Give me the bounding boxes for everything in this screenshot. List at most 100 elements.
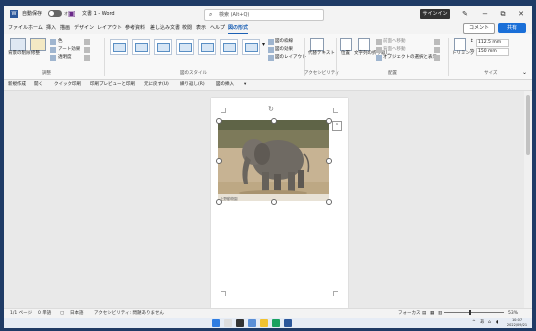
corrections-icon[interactable] bbox=[30, 38, 46, 51]
edge-icon[interactable] bbox=[272, 319, 280, 327]
style-gallery-item[interactable] bbox=[198, 39, 216, 55]
artistic-effects-icon[interactable] bbox=[50, 47, 56, 53]
resize-handle[interactable] bbox=[271, 199, 277, 205]
style-gallery-item[interactable] bbox=[154, 39, 172, 55]
selection-pane-icon[interactable] bbox=[376, 55, 382, 61]
qa-new[interactable]: 新規作成 bbox=[8, 81, 26, 89]
file-explorer-icon[interactable] bbox=[260, 319, 268, 327]
reset-picture-icon[interactable] bbox=[84, 55, 90, 61]
group-icon[interactable] bbox=[434, 47, 440, 53]
comment-button[interactable]: コメント bbox=[463, 23, 495, 34]
alt-text-icon[interactable] bbox=[310, 38, 324, 51]
style-gallery-item[interactable] bbox=[110, 39, 128, 55]
gallery-more-icon[interactable]: ▾ bbox=[262, 42, 265, 48]
wrap-text-icon[interactable] bbox=[358, 38, 370, 51]
restore-icon[interactable]: ⧉ bbox=[496, 8, 510, 20]
qa-quick-print[interactable]: クイック印刷 bbox=[54, 81, 81, 89]
clock[interactable]: 10:07 2022/09/21 bbox=[504, 318, 530, 328]
language-label[interactable]: 日本語 bbox=[70, 310, 84, 318]
volume-icon[interactable]: ◖ bbox=[496, 319, 498, 327]
tab-references[interactable]: 参考資料 bbox=[125, 24, 145, 33]
rotate-icon[interactable] bbox=[434, 55, 440, 61]
change-picture-icon[interactable] bbox=[84, 47, 90, 53]
resize-handle[interactable] bbox=[216, 199, 222, 205]
search-input[interactable]: ⌕ 検索 (Alt+Q) bbox=[204, 9, 324, 21]
layout-options-icon[interactable]: ⌃ bbox=[332, 121, 342, 131]
minimize-icon[interactable]: − bbox=[478, 8, 492, 20]
collapse-ribbon-icon[interactable]: ⌄ bbox=[522, 70, 527, 76]
elephant-photo[interactable] bbox=[218, 120, 329, 201]
tray-caret-icon[interactable]: ^ bbox=[472, 319, 476, 327]
sign-in-button[interactable]: サインイン bbox=[420, 9, 450, 19]
zoom-slider-thumb[interactable] bbox=[469, 310, 471, 315]
zoom-slider[interactable] bbox=[444, 312, 504, 313]
qa-undo[interactable]: 元に戻す(U) bbox=[144, 81, 169, 89]
close-icon[interactable]: ✕ bbox=[514, 8, 528, 20]
qa-open[interactable]: 開く bbox=[34, 81, 43, 89]
transparency-icon[interactable] bbox=[50, 55, 56, 61]
style-gallery-item[interactable] bbox=[132, 39, 150, 55]
focus-mode[interactable]: フォーカス bbox=[398, 310, 421, 318]
bring-forward-icon[interactable] bbox=[376, 39, 382, 45]
resize-handle[interactable] bbox=[326, 199, 332, 205]
tab-draw[interactable]: 描画 bbox=[60, 24, 70, 33]
picture-effects-icon[interactable] bbox=[268, 47, 274, 53]
position-icon[interactable] bbox=[340, 38, 352, 51]
save-icon[interactable]: ▣ bbox=[68, 9, 77, 18]
tab-insert[interactable]: 挿入 bbox=[46, 24, 56, 33]
style-gallery-item[interactable] bbox=[242, 39, 260, 55]
resize-handle[interactable] bbox=[326, 158, 332, 164]
tab-layout[interactable]: レイアウト bbox=[97, 24, 122, 33]
tab-picture-format[interactable]: 図の形式 bbox=[228, 24, 249, 34]
resize-handle[interactable] bbox=[216, 118, 222, 124]
tab-help[interactable]: ヘルプ bbox=[210, 24, 225, 33]
style-gallery-item[interactable] bbox=[176, 39, 194, 55]
remove-background-icon[interactable] bbox=[10, 38, 26, 51]
resize-handle[interactable] bbox=[326, 118, 332, 124]
page-count[interactable]: 1/1 ページ bbox=[10, 310, 32, 318]
qa-insert-picture[interactable]: 図の挿入 bbox=[216, 81, 234, 89]
task-view-icon[interactable] bbox=[236, 319, 244, 327]
picture-border-icon[interactable] bbox=[268, 39, 274, 45]
zoom-level[interactable]: 53% bbox=[508, 310, 518, 318]
accessibility-status[interactable]: アクセシビリティ: 問題ありません bbox=[94, 310, 164, 318]
autosave-toggle[interactable] bbox=[48, 10, 62, 17]
tab-design[interactable]: デザイン bbox=[74, 24, 94, 33]
qa-customize-icon[interactable]: ▾ bbox=[244, 81, 246, 89]
qa-redo[interactable]: 繰り返し(R) bbox=[180, 81, 205, 89]
resize-handle[interactable] bbox=[216, 158, 222, 164]
style-gallery-item[interactable] bbox=[220, 39, 238, 55]
vertical-scrollbar[interactable] bbox=[524, 91, 532, 308]
height-field[interactable]: 112.5 mm bbox=[476, 39, 509, 47]
widgets-icon[interactable] bbox=[248, 319, 256, 327]
style-preview bbox=[223, 43, 236, 52]
read-mode-icon[interactable]: ▤ bbox=[422, 310, 426, 318]
align-icon[interactable] bbox=[434, 39, 440, 45]
tab-file[interactable]: ファイル bbox=[8, 24, 28, 33]
web-layout-icon[interactable]: ▥ bbox=[438, 310, 442, 318]
compress-icon[interactable] bbox=[84, 39, 90, 45]
crop-icon[interactable] bbox=[454, 38, 466, 51]
start-icon[interactable] bbox=[212, 319, 220, 327]
word-taskbar-icon[interactable] bbox=[284, 319, 292, 327]
scrollbar-thumb[interactable] bbox=[526, 95, 530, 155]
picture-layout-icon[interactable] bbox=[268, 55, 274, 61]
width-field[interactable]: 150 mm bbox=[476, 48, 509, 56]
tab-review[interactable]: 校閲 bbox=[182, 24, 192, 33]
rotate-handle-icon[interactable]: ↻ bbox=[268, 106, 275, 113]
word-count[interactable]: 0 単語 bbox=[38, 310, 51, 318]
network-icon[interactable]: ⌂ bbox=[488, 319, 491, 327]
qa-print-preview[interactable]: 印刷プレビューと印刷 bbox=[90, 81, 135, 89]
tab-view[interactable]: 表示 bbox=[196, 24, 206, 33]
proofing-icon[interactable]: ▢ bbox=[60, 310, 64, 318]
ime-indicator[interactable]: あ bbox=[480, 319, 485, 327]
search-taskbar-icon[interactable] bbox=[224, 319, 232, 327]
color-icon[interactable] bbox=[50, 39, 56, 45]
pen-icon[interactable]: ✎ bbox=[458, 8, 472, 20]
resize-handle[interactable] bbox=[271, 118, 277, 124]
tab-mailings[interactable]: 差し込み文書 bbox=[150, 24, 180, 33]
send-backward-icon[interactable] bbox=[376, 47, 382, 53]
print-layout-icon[interactable]: ▦ bbox=[430, 310, 434, 318]
tab-home[interactable]: ホーム bbox=[28, 24, 43, 33]
share-button[interactable]: 共有 bbox=[498, 23, 526, 33]
